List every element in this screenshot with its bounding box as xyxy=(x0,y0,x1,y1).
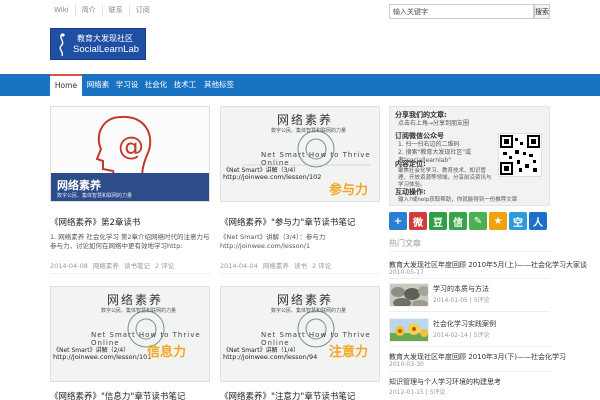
thumb-book-title: 网络素养 xyxy=(277,113,334,127)
thumb-highlight-label: 信息力 xyxy=(147,345,187,360)
popular-post-date-value: 2014-02-14 xyxy=(433,332,468,339)
popular-post-title[interactable]: 社会化学习实践案例 xyxy=(433,319,496,329)
post-excerpt: 《Net Smart》讲解（3/4）：参与力http://joinwee.com… xyxy=(220,233,326,250)
post-meta: 2014-04-04 网络素养 读书 2 评论 xyxy=(220,260,334,270)
post-thumbnail[interactable]: @ 网络素养 数字公民、集体智慧和联网的力量 xyxy=(50,106,210,202)
top-link-about[interactable]: 简介 xyxy=(74,5,102,15)
popular-post-date: 2014-01-05 | 5评论 xyxy=(433,297,490,304)
post-date: 2014-04-04 xyxy=(220,262,258,270)
top-bar: Wiki 简介 联系 订阅 搜索 xyxy=(0,0,600,22)
flowers-image-icon xyxy=(390,323,428,341)
share-qzone-star-icon[interactable]: ★ xyxy=(489,212,507,230)
post-title[interactable]: 《网络素养》第2章读书 xyxy=(50,216,140,228)
post-divider xyxy=(220,273,380,274)
pebbles-image-icon xyxy=(391,286,428,306)
wechat-heading: 订阅微信公众号 xyxy=(395,132,444,140)
post-title[interactable]: 《网络素养》"参与力"章节读书笔记 xyxy=(220,216,355,228)
thumb-highlight-label: 参与力 xyxy=(329,183,369,198)
popular-post-title[interactable]: 学习的本质与方法 xyxy=(433,284,489,294)
post-title[interactable]: 《网络素养》"注意力"章节读书笔记 xyxy=(220,390,355,400)
interact-text: 输入?或help获取帮助，你就能得到一份推荐文章 xyxy=(398,197,518,203)
post-title[interactable]: 《网络素养》"信息力"章节读书笔记 xyxy=(50,390,185,400)
popular-divider xyxy=(389,346,550,347)
popular-post-date: 2014-02-14 | 5评论 xyxy=(433,332,490,339)
post-meta: 2014-04-08 网络素养 读书笔记 2 评论 xyxy=(50,260,177,270)
popular-post-comments[interactable]: 5评论 xyxy=(474,332,490,339)
post-thumbnail[interactable]: 网络素养 数字公民、集体智慧和联网的力量 Net Smart How to Th… xyxy=(220,286,380,382)
popular-post-title[interactable]: 知识管理与个人学习环境的构建思考 xyxy=(389,377,501,387)
qr-code-icon xyxy=(500,135,540,175)
wechat-step-1: 1. 扫一扫右边的二维码 xyxy=(398,141,460,148)
post-tag[interactable]: 读书 xyxy=(294,262,307,270)
popular-post-date-value: 2012-01-15 xyxy=(389,389,424,396)
nav-item-learning-design[interactable]: 学习设计 xyxy=(113,74,141,111)
nav-item-more-label: 其他标签 xyxy=(204,80,234,89)
thumb-overlay-url: http://joinwee.com/lesson/101 xyxy=(53,353,152,361)
top-link-contact[interactable]: 联系 xyxy=(101,5,129,15)
thumb-book-title: 网络素养 xyxy=(57,179,101,192)
logo-english-name: SocialLearnLab xyxy=(73,44,140,55)
post-date: 2014-04-08 xyxy=(50,262,88,270)
top-link-wiki[interactable]: Wiki xyxy=(50,5,75,15)
logo-figure-icon xyxy=(59,33,65,57)
post-thumbnail[interactable]: 网络素养 数字公民、集体智慧和联网的力量 Net Smart How to Th… xyxy=(50,286,210,382)
post-category[interactable]: 网络素养 xyxy=(93,262,119,270)
popular-divider xyxy=(389,278,550,279)
post-comments[interactable]: 2 评论 xyxy=(312,262,331,270)
popular-post-thumbnail[interactable] xyxy=(389,318,429,342)
sidebar-info-box: 分享我们的文章: 点击右上角→分享到朋友圈 订阅微信公众号 1. 扫一扫右边的二… xyxy=(389,106,550,206)
popular-divider xyxy=(389,311,550,312)
share-more-icon[interactable]: + xyxy=(389,212,407,230)
site-logo[interactable]: 教育大发现社区 SocialLearnLab xyxy=(50,28,146,60)
post-tag[interactable]: 读书笔记 xyxy=(124,262,150,270)
logo-chinese-name: 教育大发现社区 xyxy=(77,34,133,43)
post-excerpt: 1. 网络素养 社会化学习 第2章介绍网络时代的注意力与参与力，讨论如何在网络中… xyxy=(50,233,210,250)
nav-item-home[interactable]: Home xyxy=(50,74,82,96)
popular-post-date: 2012-01-15 | 5评论 xyxy=(389,389,446,396)
share-heading: 分享我们的文章: xyxy=(395,111,447,119)
thumb-book-title: 网络素养 xyxy=(107,293,164,307)
post-comments[interactable]: 2 评论 xyxy=(155,262,174,270)
popular-post-comments[interactable]: 5评论 xyxy=(430,389,446,396)
share-icons-row: + 微 豆 信 ✎ ★ 空 人 xyxy=(389,212,549,230)
popular-post-date-value: 2014-01-05 xyxy=(433,297,468,304)
thumb-overlay-url: http://joinwee.com/lesson/94 xyxy=(223,353,318,361)
popular-post-thumbnail[interactable] xyxy=(389,283,429,307)
share-weibo-icon[interactable]: 微 xyxy=(409,212,427,230)
main-nav: Home 网络素养 学习设计 社会化学习 技术工具 其他标签 ▾ xyxy=(0,74,600,111)
thumb-book-subtitle: 数字公民、集体智慧和联网的力量 xyxy=(271,128,347,134)
nav-item-net-literacy[interactable]: 网络素养 xyxy=(84,74,112,111)
post-category[interactable]: 网络素养 xyxy=(263,262,289,270)
share-douban-icon[interactable]: 豆 xyxy=(429,212,447,230)
top-link-subscribe[interactable]: 订阅 xyxy=(128,5,156,15)
popular-post-date: 2010-05-17 xyxy=(389,269,424,276)
share-renren-icon[interactable]: 人 xyxy=(529,212,547,230)
thumb-book-title: 网络素养 xyxy=(277,293,334,307)
nav-item-more[interactable]: 其他标签 ▾ xyxy=(201,74,237,111)
popular-post-comments[interactable]: 5评论 xyxy=(474,297,490,304)
popular-heading-line xyxy=(389,251,550,252)
popular-post-date: 2010-03-30 xyxy=(389,361,424,368)
share-wechat-icon[interactable]: 信 xyxy=(449,212,467,230)
post-thumbnail[interactable]: 网络素养 数字公民、集体智慧和联网的力量 Net Smart How to Th… xyxy=(220,106,380,202)
post-divider xyxy=(50,273,210,274)
share-text: 点击右上角→分享到朋友圈 xyxy=(398,120,470,127)
search-input[interactable] xyxy=(389,4,534,19)
svg-text:@: @ xyxy=(118,132,144,162)
popular-heading: 热门文章 xyxy=(389,239,421,248)
thumb-book-subtitle: 数字公民、集体智慧和联网的力量 xyxy=(101,308,177,314)
thumb-book-subtitle: 数字公民、集体智慧和联网的力量 xyxy=(57,193,133,199)
search-button[interactable]: 搜索 xyxy=(534,4,550,19)
nav-item-tech-tools[interactable]: 技术工具 xyxy=(171,74,199,111)
popular-divider xyxy=(389,371,550,372)
nav-item-social-learning[interactable]: 社会化学习 xyxy=(142,74,170,111)
share-tencent-icon[interactable]: 空 xyxy=(509,212,527,230)
thumb-highlight-label: 注意力 xyxy=(329,345,369,360)
thumb-book-subtitle: 数字公民、集体智慧和联网的力量 xyxy=(271,308,347,314)
top-links: Wiki 简介 联系 订阅 xyxy=(50,5,156,15)
content-text: 聚焦社会化学习、教育技术、知识管理、开放资源等领域，分享前沿资讯与学习体验。 xyxy=(398,168,492,188)
thumb-overlay-url: http://joinwee.com/lesson/102 xyxy=(223,173,322,181)
wechat-qr-code xyxy=(498,133,542,177)
share-note-icon[interactable]: ✎ xyxy=(469,212,487,230)
